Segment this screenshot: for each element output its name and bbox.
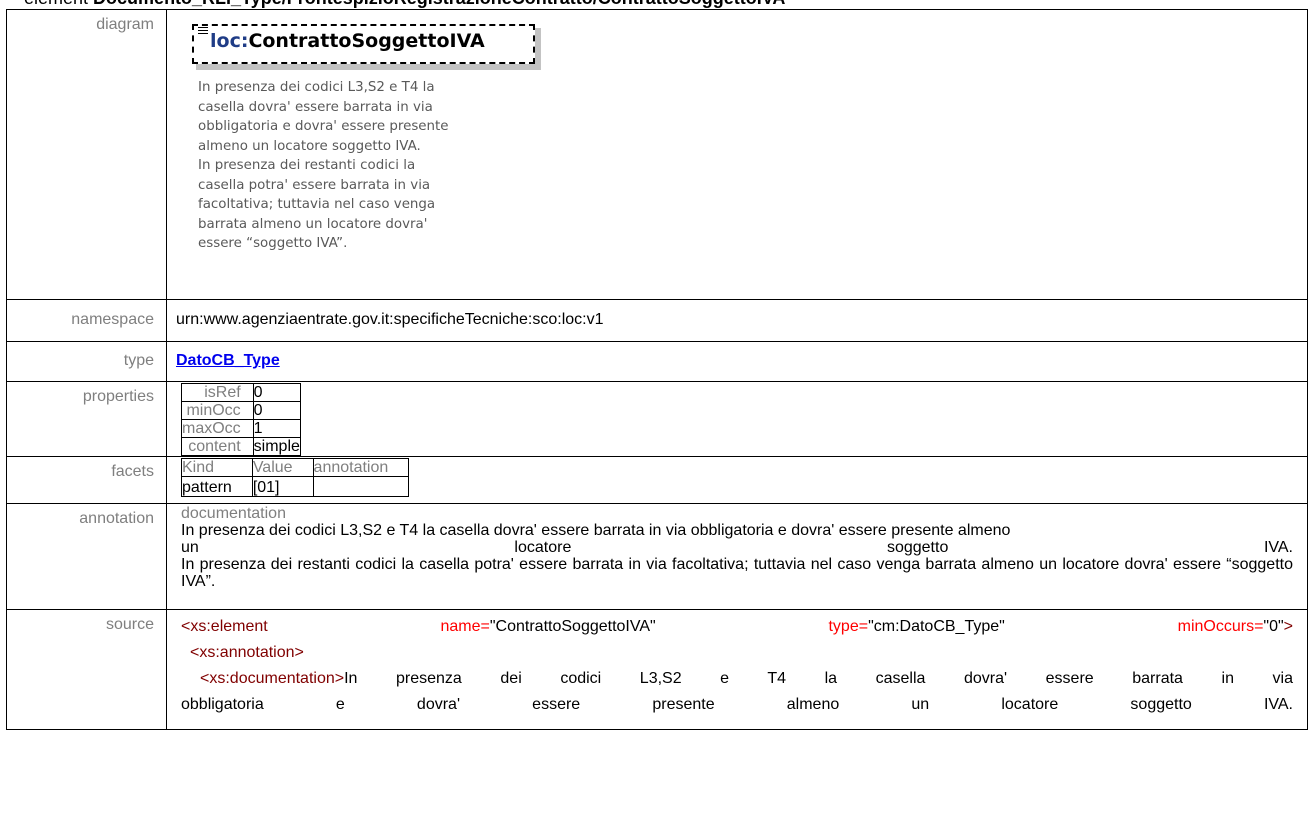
facet-row: pattern [01] bbox=[181, 476, 410, 497]
diagram-note-line: almeno un locatore soggetto IVA. bbox=[198, 138, 421, 154]
annotation-heading: documentation bbox=[181, 505, 286, 522]
property-value: 0 bbox=[252, 401, 301, 420]
property-value: 1 bbox=[252, 419, 301, 438]
element-diagram: loc:ContrattoSoggettoIVA In presenza dei… bbox=[176, 16, 1297, 281]
diagram-note-line: In presenza dei restanti codici la bbox=[198, 158, 416, 173]
diagram-annotation: In presenza dei codici L3,S2 e T4 la cas… bbox=[198, 78, 538, 254]
source-code: <xs:element name="ContrattoSoggettoIVA" … bbox=[166, 609, 1308, 730]
diagram-row: diagram loc:ContrattoSoggettoIVA In pres… bbox=[6, 9, 1308, 300]
property-value: simple bbox=[252, 437, 301, 456]
property-key: content bbox=[181, 437, 254, 456]
element-doc-table: diagram loc:ContrattoSoggettoIVA In pres… bbox=[6, 9, 1308, 730]
facets-row: facets Kind Value annotation pattern [01… bbox=[6, 456, 1308, 504]
annotation-label: annotation bbox=[6, 503, 167, 610]
facets-header-annotation: annotation bbox=[312, 458, 410, 477]
type-link[interactable]: DatoCB_Type bbox=[176, 352, 280, 369]
property-key: minOcc bbox=[181, 401, 254, 420]
diagram-note-line: casella dovra' essere barrata in via bbox=[198, 99, 433, 115]
annotation-row: annotation documentation In presenza dei… bbox=[6, 503, 1308, 610]
title-path: Documento_RLI_Type/FrontespizioRegistraz… bbox=[88, 0, 785, 8]
namespace-value: urn:www.agenziaentrate.gov.it:specifiche… bbox=[166, 299, 1308, 342]
type-label: type bbox=[6, 341, 167, 382]
source-line-element: <xs:element name="ContrattoSoggettoIVA" … bbox=[181, 618, 1294, 635]
facet-kind: pattern bbox=[181, 476, 253, 497]
facets-header-value: Value bbox=[251, 458, 314, 477]
facets-table: Kind Value annotation pattern [01] bbox=[181, 458, 410, 497]
diagram-note-line: In presenza dei codici L3,S2 e T4 la bbox=[198, 80, 435, 95]
element-namespace-prefix: loc: bbox=[210, 30, 249, 52]
facets-label: facets bbox=[6, 456, 167, 504]
namespace-label: namespace bbox=[6, 299, 167, 342]
properties-label: properties bbox=[6, 381, 167, 457]
source-label: source bbox=[6, 609, 167, 730]
diagram-note-line: barrata almeno un locatore dovra' bbox=[198, 216, 428, 232]
source-line-doc-continued: obbligatoria e dovra' essere presente al… bbox=[181, 696, 1293, 713]
annotation-line: In presenza dei codici L3,S2 e T4 la cas… bbox=[181, 522, 1011, 539]
facet-annotation bbox=[312, 476, 410, 497]
facets-header: Kind Value annotation bbox=[181, 458, 410, 477]
title-prefix: element bbox=[24, 0, 88, 8]
annotation-line: In presenza dei restanti codici la casel… bbox=[181, 556, 1293, 590]
diagram-note-line: essere “soggetto IVA”. bbox=[198, 236, 348, 251]
element-box[interactable]: loc:ContrattoSoggettoIVA bbox=[192, 24, 535, 64]
namespace-row: namespace urn:www.agenziaentrate.gov.it:… bbox=[6, 299, 1308, 342]
element-name: ContrattoSoggettoIVA bbox=[248, 30, 485, 52]
source-line-documentation: <xs:documentation>In presenza dei codici… bbox=[200, 670, 1293, 687]
diagram-note-line: facoltativa; tuttavia nel caso venga bbox=[198, 197, 436, 212]
property-key: maxOcc bbox=[181, 419, 254, 438]
properties-table: isRef 0 minOcc 0 maxOcc 1 content simple bbox=[181, 383, 301, 456]
property-row: content simple bbox=[181, 437, 301, 456]
properties-row: properties isRef 0 minOcc 0 maxOcc 1 conten… bbox=[6, 381, 1308, 457]
annotation-text: In presenza dei codici L3,S2 e T4 la cas… bbox=[181, 522, 1293, 590]
page-title: element Documento_RLI_Type/FrontespizioR… bbox=[24, 0, 785, 8]
diagram-note-line: obbligatoria e dovra' essere presente bbox=[198, 119, 449, 134]
source-line-annotation: <xs:annotation> bbox=[190, 644, 304, 661]
property-row: maxOcc 1 bbox=[181, 419, 301, 438]
type-row: type DatoCB_Type bbox=[6, 341, 1308, 382]
facet-value: [01] bbox=[251, 476, 314, 497]
property-row: isRef 0 bbox=[181, 383, 301, 402]
facets-header-kind: Kind bbox=[181, 458, 253, 477]
property-value: 0 bbox=[252, 383, 301, 402]
diagram-label: diagram bbox=[6, 9, 167, 300]
property-row: minOcc 0 bbox=[181, 401, 301, 420]
documentation-icon bbox=[198, 27, 208, 37]
annotation-line: un locatore soggetto IVA. bbox=[181, 539, 1293, 556]
source-row: source <xs:element name="ContrattoSogget… bbox=[6, 609, 1308, 730]
diagram-note-line: casella potra' essere barrata in via bbox=[198, 177, 431, 193]
property-key: isRef bbox=[181, 383, 254, 402]
